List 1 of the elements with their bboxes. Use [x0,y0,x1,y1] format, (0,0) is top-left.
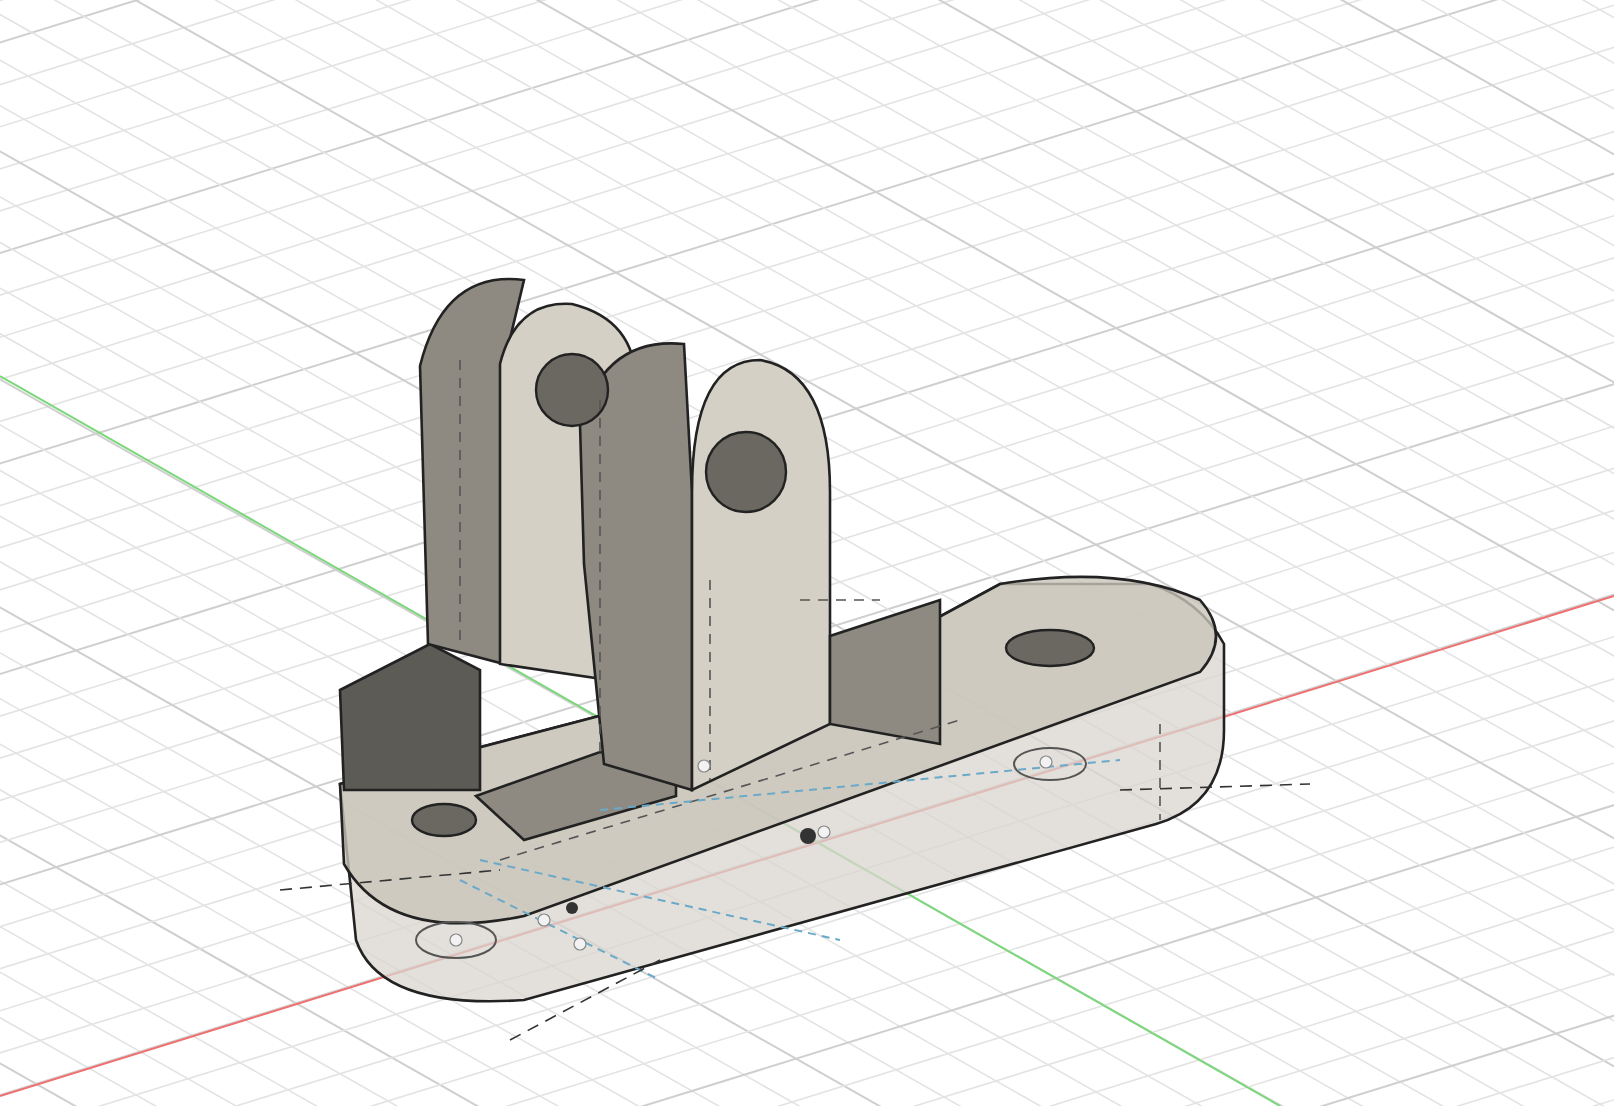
bracket-drawing[interactable] [279,277,1311,1041]
